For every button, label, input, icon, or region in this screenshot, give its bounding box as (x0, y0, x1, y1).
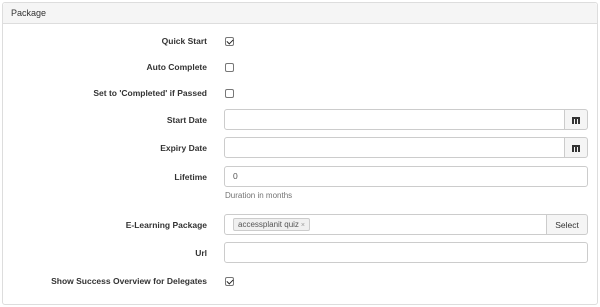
url-label: Url (195, 248, 207, 258)
set-completed-checkbox[interactable] (225, 89, 234, 98)
calendar-icon (572, 144, 580, 152)
tag-remove-icon[interactable]: × (301, 222, 305, 229)
lifetime-help-text: Duration in months (225, 191, 293, 200)
expiry-date-calendar-button[interactable] (564, 137, 588, 158)
expiry-date-input[interactable] (224, 137, 565, 158)
package-tag: accessplanit quiz × (233, 218, 311, 231)
quick-start-label: Quick Start (161, 36, 207, 46)
set-completed-label: Set to 'Completed' if Passed (93, 88, 207, 98)
url-input[interactable] (224, 242, 588, 263)
start-date-label: Start Date (166, 115, 207, 125)
package-panel: Package Quick Start Auto Complete Set to… (2, 2, 598, 305)
auto-complete-label: Auto Complete (146, 62, 207, 72)
start-date-input[interactable] (224, 109, 565, 130)
elearning-package-label: E-Learning Package (125, 220, 207, 230)
quick-start-checkbox[interactable] (225, 37, 234, 46)
panel-title: Package (3, 3, 597, 24)
expiry-date-label: Expiry Date (160, 143, 207, 153)
auto-complete-checkbox[interactable] (225, 63, 234, 72)
package-tag-label: accessplanit quiz (238, 220, 299, 229)
calendar-icon (572, 116, 580, 124)
start-date-calendar-button[interactable] (564, 109, 588, 130)
show-success-label: Show Success Overview for Delegates (51, 276, 207, 286)
lifetime-label: Lifetime (174, 172, 207, 182)
select-package-button[interactable]: Select (546, 214, 588, 235)
elearning-package-input[interactable]: accessplanit quiz × (224, 214, 547, 235)
lifetime-input[interactable]: 0 (224, 166, 588, 187)
show-success-checkbox[interactable] (225, 277, 234, 286)
